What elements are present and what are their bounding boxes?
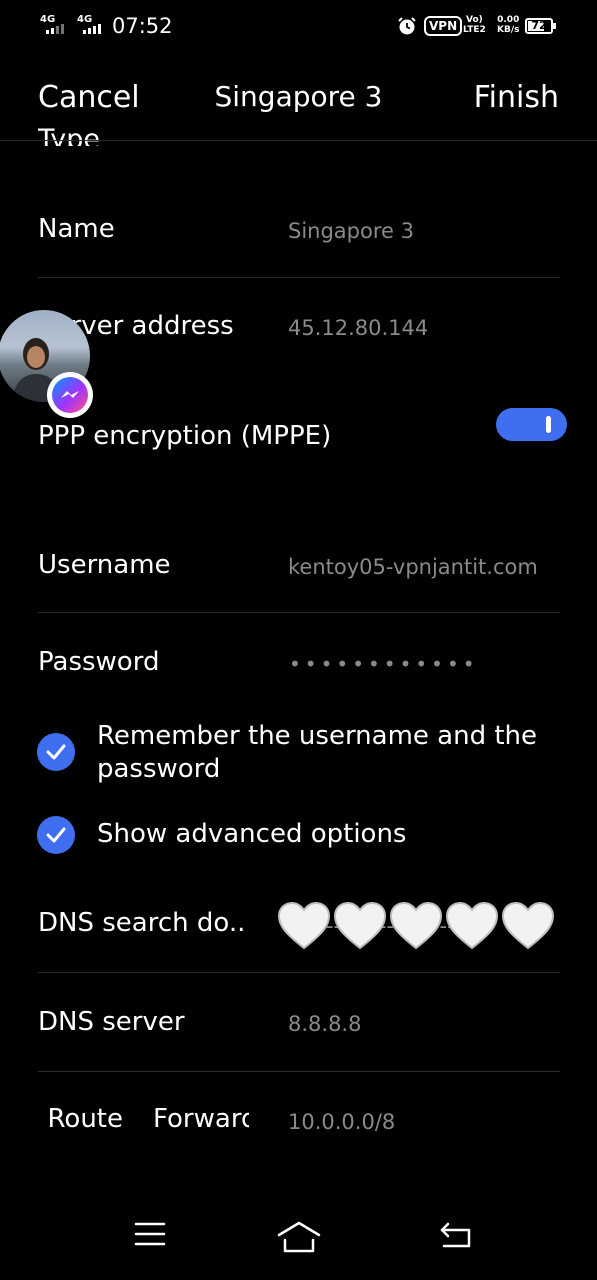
divider xyxy=(38,612,560,613)
menu-icon[interactable] xyxy=(134,1220,166,1250)
alarm-icon xyxy=(398,17,416,35)
route-field[interactable]: 10.0.0.0/8 xyxy=(288,1110,395,1134)
remember-label[interactable]: Remember the username and the password xyxy=(97,720,547,786)
battery-tip xyxy=(553,23,556,29)
header-divider xyxy=(0,140,597,141)
white-heart-icon xyxy=(389,901,443,950)
battery-icon: 72 xyxy=(525,18,553,34)
white-heart-icon xyxy=(501,901,555,950)
vpn-badge: VPN xyxy=(424,16,463,36)
white-heart-icon xyxy=(333,901,387,950)
checkmark-icon xyxy=(46,744,66,760)
white-heart-icon xyxy=(277,901,331,950)
advanced-options-label[interactable]: Show advanced options xyxy=(97,818,547,851)
server-address-field[interactable]: 45.12.80.144 xyxy=(288,316,428,340)
name-field[interactable]: Singapore 3 xyxy=(288,219,414,243)
advanced-options-checkbox[interactable] xyxy=(37,816,75,854)
checkmark-icon xyxy=(46,827,66,843)
volte-indicator: Vo) LTE2 xyxy=(463,15,486,35)
divider xyxy=(38,277,560,278)
status-bar: 4G 4G 07:52 VPN Vo) LTE2 0.00 KB/s 72 xyxy=(0,0,597,54)
divider xyxy=(38,972,560,973)
signal-icon-2 xyxy=(83,24,101,34)
remember-checkbox[interactable] xyxy=(37,733,75,771)
white-heart-icon xyxy=(445,901,499,950)
back-icon[interactable] xyxy=(438,1220,474,1250)
password-label: Password xyxy=(38,647,160,677)
toggle-knob xyxy=(546,416,551,433)
clock: 07:52 xyxy=(112,14,173,38)
name-label: Name xyxy=(38,214,115,244)
messenger-bolt-icon xyxy=(61,391,79,398)
heart-emoji-overlay xyxy=(276,900,556,952)
battery-level: 72 xyxy=(531,19,547,32)
dns-search-domain-label: DNS search do.. xyxy=(38,908,246,938)
cancel-button[interactable]: Cancel xyxy=(38,80,140,115)
type-label: Type xyxy=(38,124,101,146)
username-label: Username xyxy=(38,550,171,580)
dns-server-label: DNS server xyxy=(38,1007,185,1037)
finish-button[interactable]: Finish xyxy=(474,80,559,115)
mppe-label: PPP encryption (MPPE) xyxy=(38,421,332,451)
username-field[interactable]: kentoy05-vpnjantit.com xyxy=(288,555,538,579)
messenger-icon xyxy=(47,372,93,418)
divider xyxy=(38,1071,560,1072)
password-field[interactable]: •••••••••••• xyxy=(289,652,479,676)
signal-icon-1 xyxy=(46,24,64,34)
network-speed: 0.00 KB/s xyxy=(497,15,520,35)
route-label: Route xyxy=(47,1104,123,1134)
mppe-toggle[interactable] xyxy=(496,408,567,441)
home-icon[interactable] xyxy=(276,1220,322,1254)
dns-server-field[interactable]: 8.8.8.8 xyxy=(288,1012,361,1036)
forward-label: Forward xyxy=(153,1104,249,1134)
